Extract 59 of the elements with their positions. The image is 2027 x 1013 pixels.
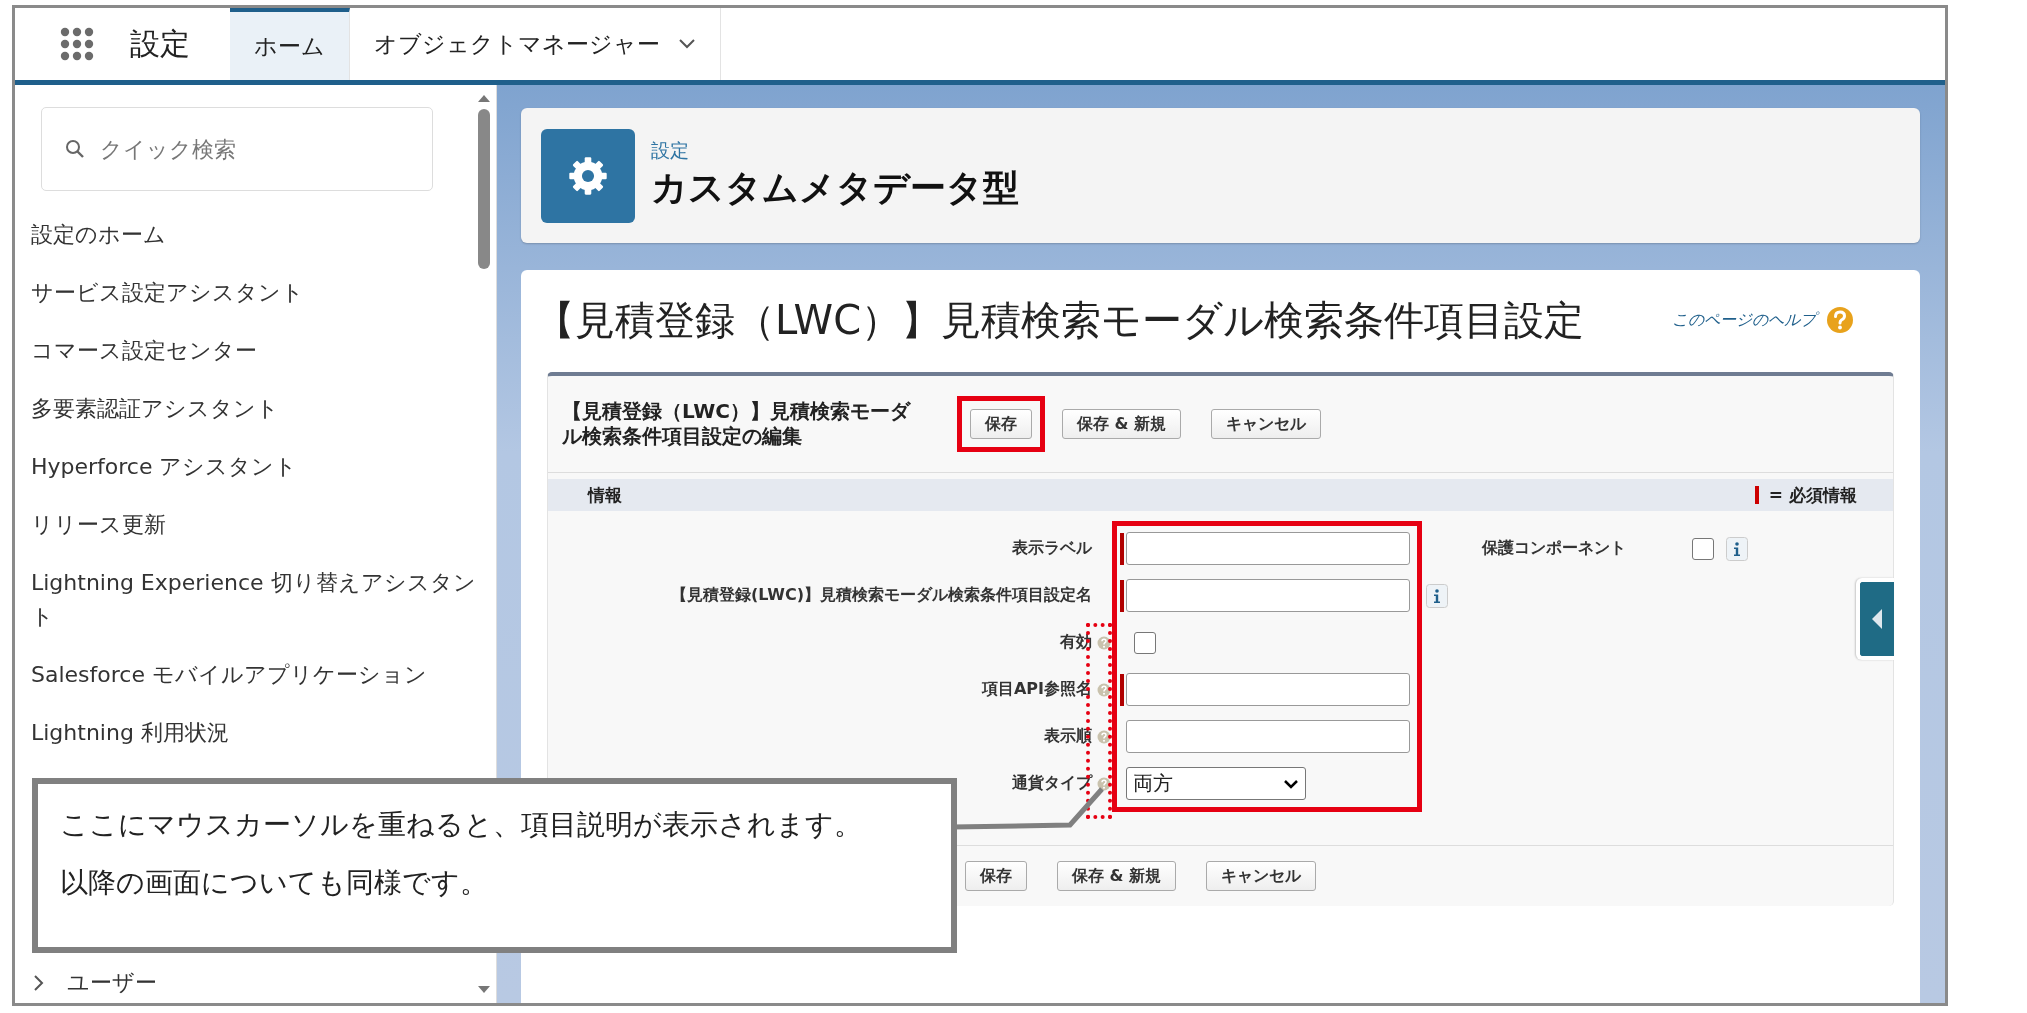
- sidebar-item[interactable]: Lightning 利用状況: [31, 716, 229, 750]
- sidebar-item[interactable]: Lightning Experience 切り替えアシスタント: [31, 566, 476, 634]
- chevron-down-icon[interactable]: [1283, 778, 1299, 789]
- sidebar-item[interactable]: 多要素認証アシスタント: [31, 392, 279, 426]
- quick-search-field[interactable]: クイック検索: [41, 107, 433, 191]
- text-field[interactable]: [1126, 579, 1410, 612]
- help-icon[interactable]: [1097, 776, 1111, 791]
- required-marker: [1754, 486, 1759, 504]
- sidebar-toggle-button[interactable]: [1856, 578, 1894, 660]
- form-button[interactable]: キャンセル: [1206, 861, 1317, 891]
- field-label: 有効: [1059, 632, 1092, 653]
- nav-tab[interactable]: オブジェクトマネージャー: [350, 8, 721, 80]
- scroll-down-icon[interactable]: [477, 985, 491, 995]
- sidebar-item[interactable]: Hyperforce アシスタント: [31, 450, 298, 484]
- chevron-down-icon[interactable]: [678, 38, 696, 50]
- field-label: 表示順: [1043, 726, 1092, 747]
- form-button[interactable]: 保存 & 新規: [1062, 409, 1182, 439]
- nav-tab[interactable]: ホーム: [230, 8, 350, 80]
- required-legend: = 必須情報: [1768, 483, 1857, 507]
- text-field[interactable]: [1126, 532, 1410, 565]
- field-label: 表示ラベル: [1011, 538, 1092, 559]
- field-label: 通貨タイプ: [1011, 773, 1092, 794]
- breadcrumb[interactable]: 設定: [651, 138, 1019, 164]
- sidebar-item[interactable]: ユーザー: [67, 966, 157, 1000]
- page-header-title: カスタムメタデータ型: [651, 166, 1019, 210]
- info-button[interactable]: [1426, 583, 1448, 608]
- app-title: 設定: [130, 24, 190, 63]
- help-icon[interactable]: [1097, 682, 1111, 697]
- form-button[interactable]: 保存 & 新規: [1057, 861, 1177, 891]
- field-label: 保護コンポーネント: [1482, 538, 1627, 559]
- section-title: 情報: [588, 483, 622, 507]
- triangle-left-icon[interactable]: [1870, 607, 1884, 631]
- scroll-up-icon[interactable]: [477, 93, 491, 103]
- form-button[interactable]: 保存: [970, 409, 1032, 439]
- scrollbar-thumb[interactable]: [478, 109, 490, 269]
- sidebar-item[interactable]: サービス設定アシスタント: [31, 276, 304, 310]
- help-icon[interactable]: [1097, 729, 1111, 744]
- chevron-right-icon[interactable]: [33, 974, 45, 992]
- field-label: 項目API参照名: [980, 679, 1092, 700]
- app-launcher-icon[interactable]: [60, 27, 94, 61]
- sidebar-item[interactable]: リリース更新: [31, 508, 166, 542]
- info-button[interactable]: [1726, 536, 1748, 561]
- callout-text: 以降の画面についても同様です。: [60, 865, 489, 901]
- form-button[interactable]: キャンセル: [1211, 409, 1322, 439]
- checkbox[interactable]: [1134, 631, 1156, 654]
- page-title: 【見積登録（LWC）】見積検索モーダル検索条件項目設定: [535, 295, 1586, 345]
- text-field[interactable]: [1126, 673, 1410, 706]
- callout-text: ここにマウスカーソルを重ねると、項目説明が表示されます。: [60, 807, 863, 843]
- checkbox[interactable]: [1692, 537, 1714, 560]
- sidebar-item[interactable]: コマース設定センター: [31, 334, 257, 368]
- sidebar-item[interactable]: Salesforce モバイルアプリケーション: [31, 658, 427, 692]
- sidebar-item[interactable]: 設定のホーム: [31, 218, 166, 252]
- form-title: 【見積登録（LWC）】見積検索モーダル検索条件項目設定の編集: [562, 399, 912, 449]
- search-icon: [65, 139, 85, 159]
- form-button[interactable]: 保存: [965, 861, 1027, 891]
- field-label: 【見積登録(LWC)】見積検索モーダル検索条件項目設定名: [670, 585, 1092, 606]
- currency-select[interactable]: 両方: [1126, 767, 1306, 800]
- help-icon[interactable]: [1097, 635, 1111, 650]
- text-field[interactable]: [1126, 720, 1410, 753]
